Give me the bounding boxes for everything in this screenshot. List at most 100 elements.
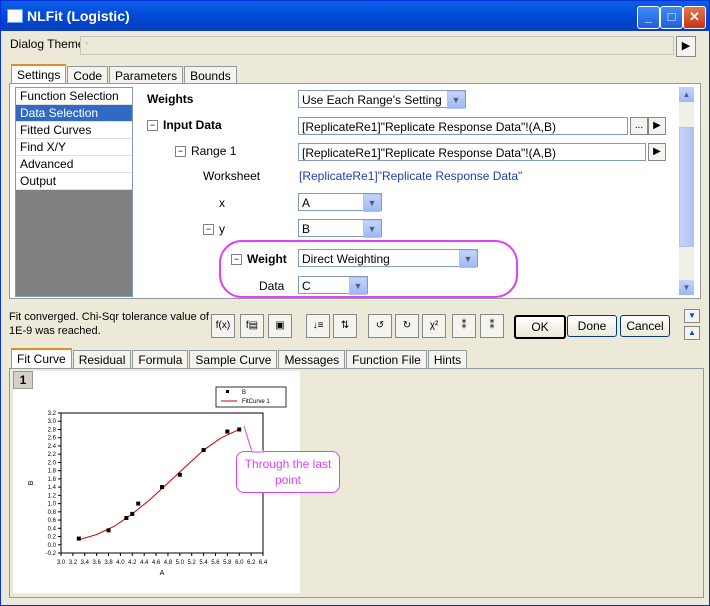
annotation-callout: Through the last point (236, 451, 340, 493)
nav-find-xy[interactable]: Find X/Y (16, 139, 132, 156)
ok-button[interactable]: OK (514, 315, 566, 339)
app-icon (7, 9, 23, 23)
y-tick-label: 0.6 (48, 518, 57, 524)
chevron-down-icon[interactable]: ▼ (349, 277, 367, 295)
y-tick-label: 2.4 (48, 444, 57, 450)
nav-advanced[interactable]: Advanced (16, 156, 132, 173)
window-title: NLFit (Logistic) (27, 8, 130, 24)
x-tick-label: 4.6 (152, 560, 161, 566)
tab-function-file[interactable]: Function File (346, 350, 427, 370)
collapse-down-icon[interactable]: ▼ (684, 309, 700, 323)
range1-menu-arrow-icon[interactable]: ▶ (648, 143, 666, 161)
legend-marker (226, 390, 229, 393)
fit-icon[interactable]: ⁑ (480, 314, 504, 338)
collapse-weight-icon[interactable]: − (231, 254, 242, 265)
weight-value: Direct Weighting (302, 252, 390, 266)
y-combo[interactable]: B ▼ (298, 219, 382, 238)
chevron-down-icon[interactable]: ▼ (459, 250, 477, 268)
x-tick-label: 5.2 (188, 560, 197, 566)
nav-data-selection[interactable]: Data Selection (16, 105, 132, 122)
dialog-theme-combo[interactable]: * (80, 36, 674, 55)
fit-until-converged-icon[interactable]: f▤ (240, 314, 264, 338)
callout-pointer (243, 425, 264, 453)
nav-fitted-curves[interactable]: Fitted Curves (16, 122, 132, 139)
sort-params-icon[interactable]: ↓≡ (306, 314, 330, 338)
data-point (201, 448, 206, 453)
range1-field[interactable]: [ReplicateRe1]"Replicate Response Data"!… (298, 143, 646, 161)
x-combo[interactable]: A ▼ (298, 193, 382, 212)
close-button[interactable]: ✕ (683, 6, 706, 29)
y-tick-label: 1.0 (48, 502, 57, 508)
x-tick-label: 6.0 (235, 560, 244, 566)
worksheet-value: [ReplicateRe1]"Replicate Response Data" (299, 169, 523, 183)
undo-icon[interactable]: ↺ (368, 314, 392, 338)
weights-combo[interactable]: Use Each Range's Setting ▼ (298, 90, 466, 109)
x-tick-label: 4.0 (116, 560, 125, 566)
data-combo[interactable]: C ▼ (298, 276, 368, 295)
scroll-thumb[interactable] (679, 127, 694, 247)
settings-scrollbar[interactable]: ▲ ▼ (679, 87, 694, 295)
x-tick-label: 6.4 (259, 560, 268, 566)
data-value: C (302, 279, 311, 293)
range1-label: Range 1 (191, 144, 237, 158)
data-point (177, 472, 182, 477)
chevron-down-icon[interactable]: ▼ (363, 220, 381, 238)
dialog-theme-label: Dialog Theme (10, 37, 85, 51)
y-value: B (302, 222, 311, 236)
y-tick-label: 1.2 (48, 493, 57, 499)
input-data-field[interactable]: [ReplicateRe1]"Replicate Response Data"!… (298, 117, 628, 135)
settings-nav-list: Function Selection Data Selection Fitted… (15, 87, 133, 297)
y-tick-label: 2.0 (48, 460, 57, 466)
collapse-y-icon[interactable]: − (203, 224, 214, 235)
collapse-range1-icon[interactable]: − (175, 146, 186, 157)
chevron-down-icon[interactable]: ▼ (363, 194, 381, 212)
x-tick-label: 5.4 (199, 560, 208, 566)
legend-label: FitCurve 1 (242, 399, 270, 405)
x-tick-label: 5.0 (176, 560, 185, 566)
weight-combo[interactable]: Direct Weighting ▼ (298, 249, 478, 268)
x-tick-label: 3.8 (104, 560, 113, 566)
x-axis-label: A (160, 570, 165, 577)
iterate-icon[interactable]: ⁑ (452, 314, 476, 338)
tab-residual[interactable]: Residual (72, 350, 132, 370)
weights-label: Weights (147, 92, 194, 106)
chi-square-icon[interactable]: χ² (422, 314, 446, 338)
simplex-icon[interactable]: ↻ (395, 314, 419, 338)
tab-sample-curve[interactable]: Sample Curve (189, 350, 278, 370)
x-tick-label: 3.0 (57, 560, 66, 566)
y-tick-label: 2.2 (48, 452, 57, 458)
maximize-button[interactable]: □ (660, 6, 683, 29)
tab-messages[interactable]: Messages (278, 350, 346, 370)
param-tools-icon[interactable]: ⇅ (333, 314, 357, 338)
y-tick-label: 0.4 (48, 526, 57, 532)
data-point (136, 501, 141, 506)
x-tick-label: 4.4 (140, 560, 149, 566)
legend-label: B (242, 390, 246, 396)
x-tick-label: 3.4 (81, 560, 90, 566)
collapse-input-data-icon[interactable]: − (147, 120, 158, 131)
done-button[interactable]: Done (567, 315, 617, 337)
scroll-up-icon[interactable]: ▲ (679, 87, 694, 102)
nav-function-selection[interactable]: Function Selection (16, 88, 132, 105)
nav-output[interactable]: Output (16, 173, 132, 190)
y-tick-label: 0.0 (48, 543, 57, 549)
title-bar[interactable]: NLFit (Logistic) _ □ ✕ (1, 1, 709, 31)
tab-hints[interactable]: Hints (427, 350, 468, 370)
y-tick-label: 1.6 (48, 477, 57, 483)
weights-value: Use Each Range's Setting (302, 93, 442, 107)
collapse-up-icon[interactable]: ▲ (684, 326, 700, 340)
minimize-button[interactable]: _ (637, 6, 660, 29)
fit-one-iteration-icon[interactable]: f(x) (211, 314, 235, 338)
save-icon[interactable]: ▣ (268, 314, 292, 338)
chevron-down-icon[interactable]: ▼ (447, 91, 465, 109)
page-number-badge: 1 (13, 371, 33, 389)
tab-formula[interactable]: Formula (132, 350, 189, 370)
browse-button[interactable]: ... (630, 117, 648, 135)
status-message: Fit converged. Chi-Sqr tolerance value o… (9, 311, 209, 337)
theme-menu-arrow-icon[interactable]: ▶ (676, 36, 696, 57)
data-point (130, 511, 135, 516)
scroll-down-icon[interactable]: ▼ (679, 280, 694, 295)
cancel-button[interactable]: Cancel (620, 315, 670, 337)
input-data-menu-arrow-icon[interactable]: ▶ (648, 117, 666, 135)
plot-frame (60, 412, 264, 554)
